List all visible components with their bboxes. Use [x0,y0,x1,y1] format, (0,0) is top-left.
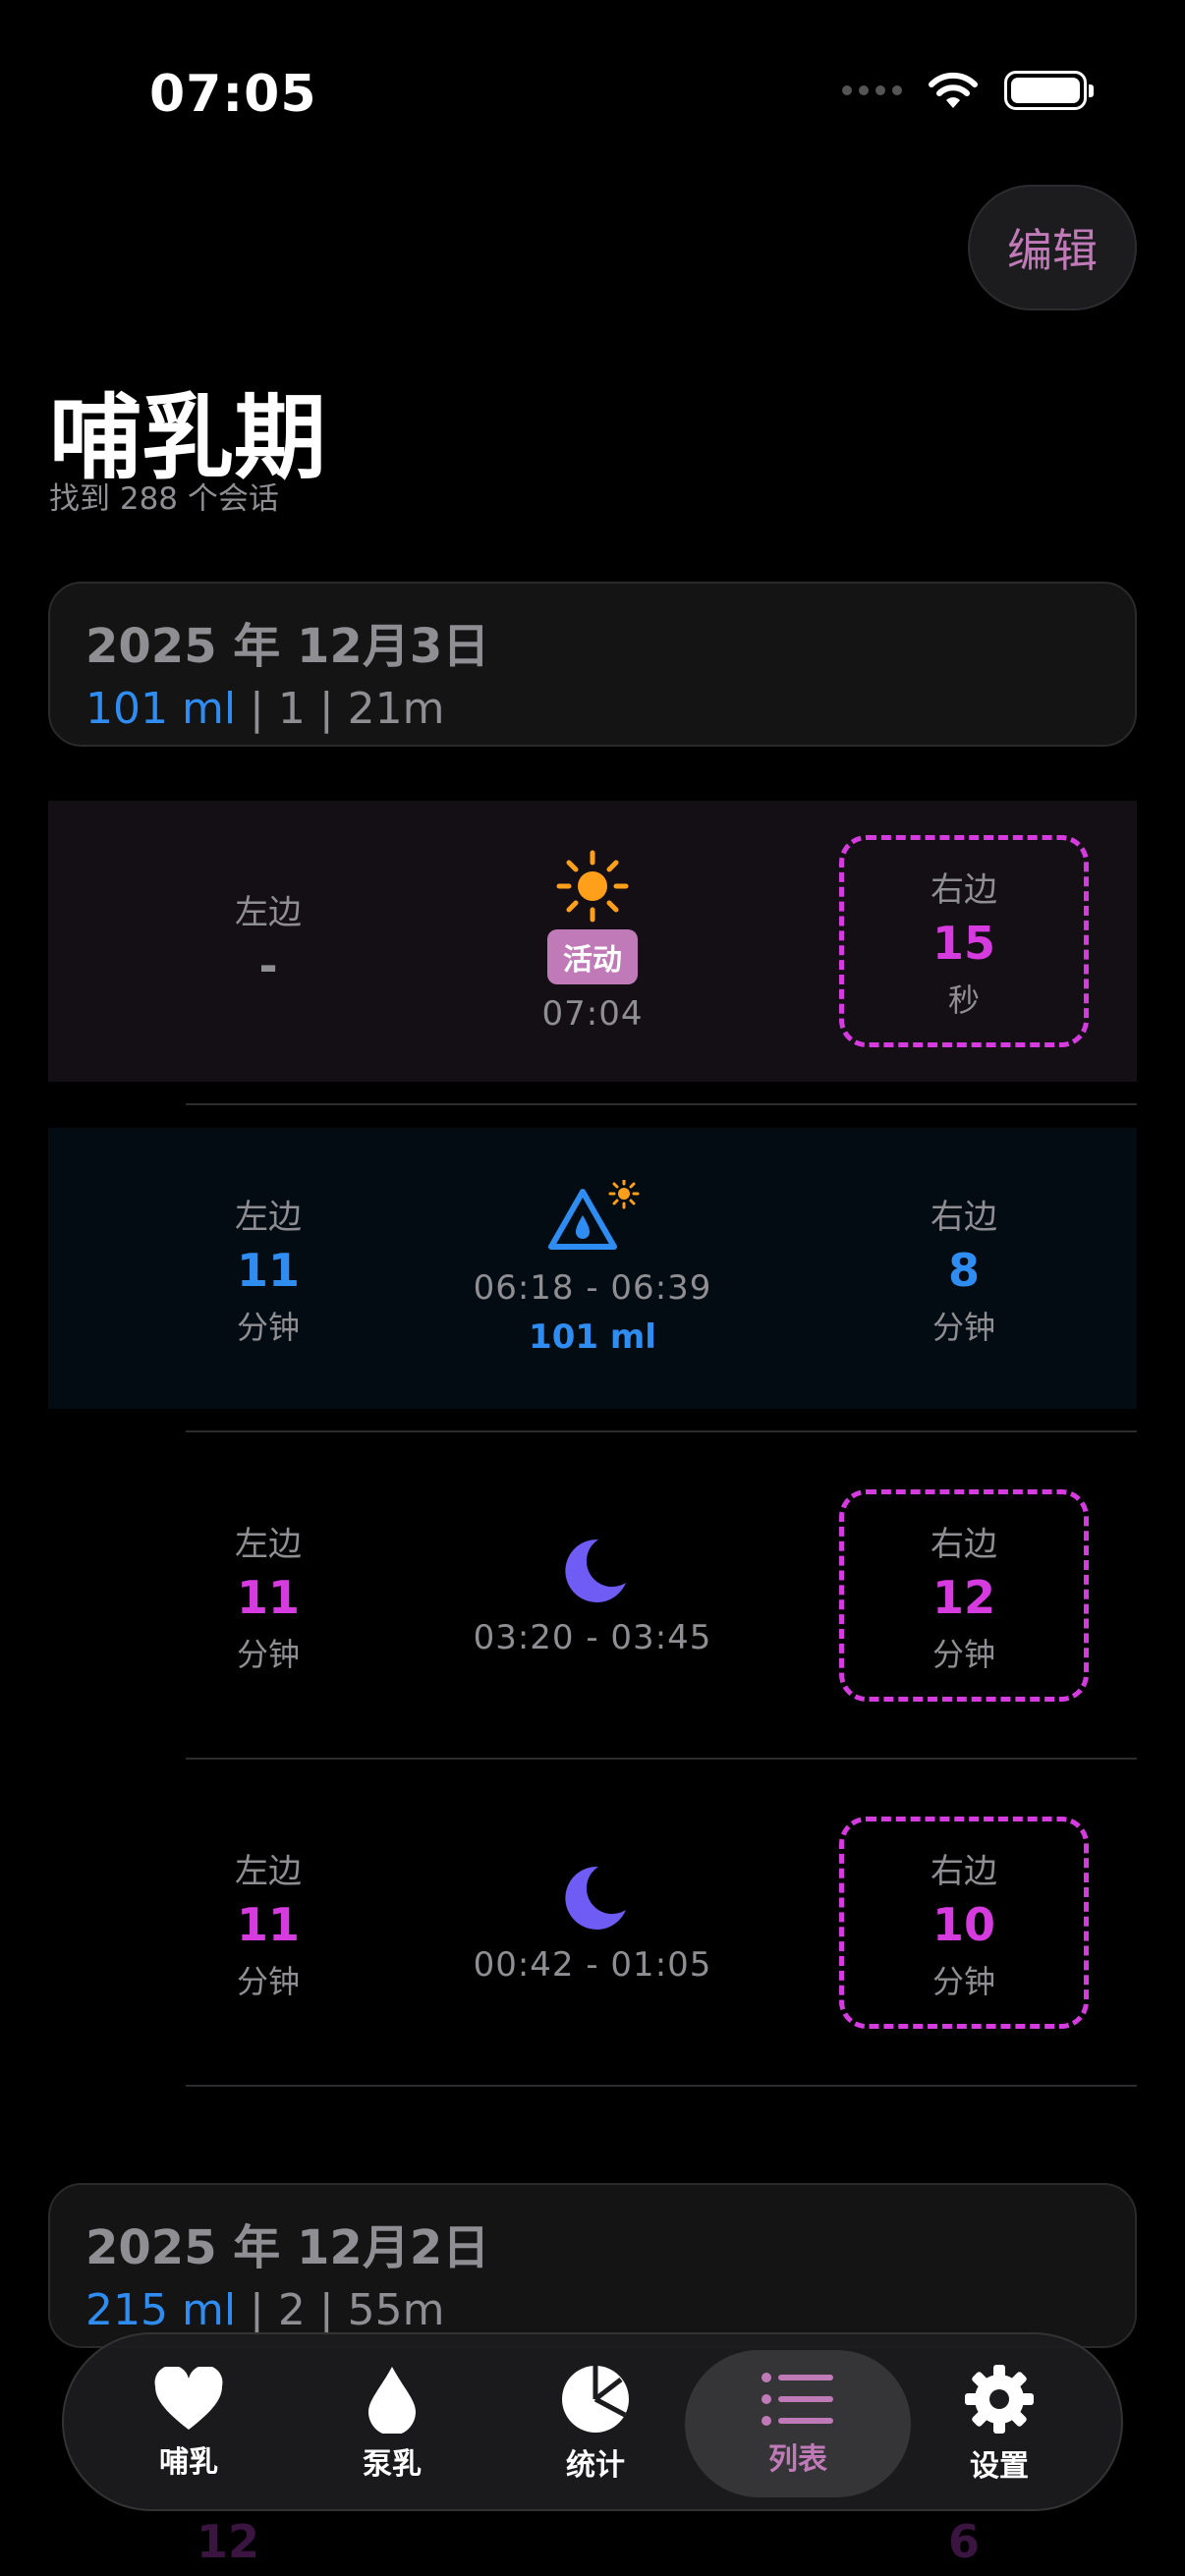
status-icons [842,71,1094,110]
battery-icon [1004,71,1094,110]
signal-dots-icon [842,85,902,95]
session-count: 找到 288 个会话 [49,481,279,517]
day-header[interactable]: 2025 年 12月3日 101 ml | 1 | 21m [48,582,1137,747]
right-label: 右边 [931,1851,997,1891]
gear-icon [965,2365,1034,2434]
right-label: 右边 [931,1197,997,1237]
left-value: 11 [236,1897,300,1951]
sun-icon [556,850,629,923]
left-value: 11 [236,1570,300,1624]
list-icon [762,2373,833,2426]
tab-settings[interactable]: 设置 [901,2350,1098,2497]
left-side: 左边 11 分钟 [143,1162,393,1374]
right-value: 15 [931,916,995,970]
day-summary-ml: 215 ml [85,2285,237,2335]
right-label: 右边 [931,869,997,910]
session-center: 00:42 - 01:05 [445,1782,740,2063]
status-time: 07:05 [149,65,317,124]
right-label: 右边 [931,1524,997,1564]
tab-list[interactable]: 列表 [685,2350,911,2497]
session-center: 03:20 - 03:45 [445,1455,740,1736]
drop-icon [368,2367,416,2434]
pump-drop-sun-icon [548,1180,640,1250]
session-row-active[interactable]: 左边 - 活动 07:04 右边 15 秒 [48,801,1137,1082]
left-unit: 分钟 [236,1635,300,1673]
right-side: 右边 10 分钟 [839,1817,1089,2029]
right-side: 右边 8 分钟 [839,1162,1089,1374]
moon-icon [565,1539,626,1602]
day-date: 2025 年 12月2日 [85,2220,490,2275]
left-label: 左边 [235,1851,302,1891]
heart-icon [154,2367,223,2430]
tab-label: 统计 [566,2448,625,2483]
right-unit: 分钟 [931,1962,995,2000]
right-side: 右边 12 分钟 [839,1489,1089,1702]
day-date: 2025 年 12月3日 [85,619,490,674]
peek-left-value: 12 [197,2515,260,2568]
left-side: 左边 11 分钟 [143,1817,393,2029]
session-center: 06:18 - 06:39 101 ml [445,1128,740,1409]
tab-label: 设置 [970,2449,1029,2484]
edit-button[interactable]: 编辑 [968,185,1137,310]
day-summary: 215 ml | 2 | 55m [85,2285,1100,2335]
left-unit: 分钟 [236,1962,300,2000]
session-time: 06:18 - 06:39 [473,1268,712,1308]
day-summary-rest: | 1 | 21m [236,684,445,734]
day-summary-rest: | 2 | 55m [236,2285,445,2335]
session-row[interactable]: 左边 11 分钟 00:42 - 01:05 右边 10 分钟 [48,1782,1137,2063]
day-header[interactable]: 2025 年 12月2日 215 ml | 2 | 55m [48,2183,1137,2348]
left-label: 左边 [235,892,302,932]
session-center: 活动 07:04 [445,801,740,1082]
tab-label: 列表 [768,2442,827,2477]
day-summary-ml: 101 ml [85,684,237,734]
right-unit: 分钟 [931,1635,995,1673]
right-value: 8 [947,1243,980,1297]
divider [186,2085,1137,2087]
divider [186,1758,1137,1760]
session-time: 07:04 [541,994,644,1034]
peek-right-value: 6 [948,2515,981,2568]
pie-chart-icon [562,2366,629,2433]
session-row[interactable]: 左边 11 分钟 03:20 - 03:45 右边 12 分钟 [48,1455,1137,1736]
left-value: - [258,938,278,992]
right-unit: 分钟 [931,1308,995,1346]
right-value: 10 [931,1897,995,1951]
active-badge: 活动 [547,929,638,984]
tab-label: 哺乳 [159,2445,218,2480]
divider [186,1430,1137,1432]
day-summary: 101 ml | 1 | 21m [85,684,1100,734]
right-value: 12 [931,1570,995,1624]
session-time: 00:42 - 01:05 [473,1945,712,1985]
pump-amount: 101 ml [529,1317,656,1357]
left-side: 左边 11 分钟 [143,1489,393,1702]
left-label: 左边 [235,1524,302,1564]
tab-bar: 哺乳 泵乳 统计 列表 设置 [62,2332,1123,2511]
right-side: 右边 15 秒 [839,835,1089,1047]
divider [186,1103,1137,1105]
tab-nursing[interactable]: 哺乳 [90,2350,287,2497]
tab-pumping[interactable]: 泵乳 [294,2350,490,2497]
wifi-icon [929,72,978,108]
left-side: 左边 - [143,835,393,1047]
tab-statistics[interactable]: 统计 [497,2350,694,2497]
right-unit: 秒 [947,980,980,1019]
session-row-pump[interactable]: 左边 11 分钟 06:18 - 06:39 101 ml 右边 8 分钟 [48,1128,1137,1409]
status-bar: 07:05 [0,0,1185,187]
left-unit: 分钟 [236,1308,300,1346]
session-time: 03:20 - 03:45 [473,1618,712,1657]
tab-label: 泵乳 [363,2447,422,2482]
moon-icon [565,1866,626,1930]
left-value: 11 [236,1243,300,1297]
left-label: 左边 [235,1197,302,1237]
